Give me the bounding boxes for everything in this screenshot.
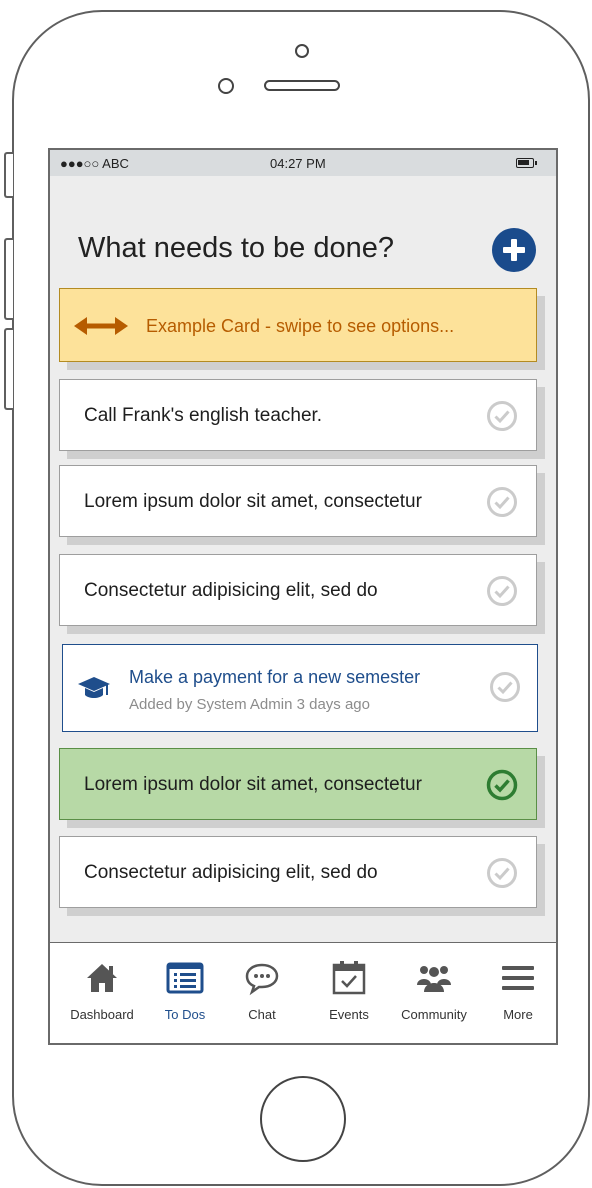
check-circle-icon[interactable]	[486, 400, 518, 432]
tab-community[interactable]: Community	[392, 959, 476, 1022]
tab-chat[interactable]: Chat	[220, 959, 304, 1022]
carrier-signal: ●●●○○ ABC	[60, 156, 129, 171]
volume-down-button	[4, 328, 13, 410]
tab-label: Chat	[248, 1007, 276, 1022]
tab-label: Events	[329, 1007, 369, 1022]
speaker-grille	[264, 80, 340, 91]
check-circle-icon[interactable]	[486, 769, 518, 801]
people-icon	[417, 966, 451, 992]
todo-text: Consectetur adipisicing elit, sed do	[84, 580, 378, 601]
tab-label: To Dos	[164, 1007, 206, 1022]
check-circle-icon[interactable]	[486, 857, 518, 889]
system-todo-card[interactable]: Make a payment for a new semester Added …	[62, 644, 538, 732]
todo-card[interactable]: Call Frank's english teacher.	[59, 379, 537, 451]
todo-card[interactable]: Consectetur adipisicing elit, sed do	[59, 554, 537, 626]
tab-todos[interactable]: To Dos	[143, 959, 227, 1022]
example-card-label: Example Card - swipe to see options...	[146, 316, 455, 336]
todo-card[interactable]: Consectetur adipisicing elit, sed do	[59, 836, 537, 908]
swipe-arrow-icon	[74, 317, 128, 335]
check-circle-icon[interactable]	[486, 575, 518, 607]
tab-dashboard[interactable]: Dashboard	[60, 959, 144, 1022]
todo-card-completed[interactable]: Lorem ipsum dolor sit amet, consectetur	[59, 748, 537, 820]
todo-text: Make a payment for a new semester	[129, 667, 421, 687]
home-button[interactable]	[260, 1076, 346, 1162]
menu-icon	[502, 966, 534, 990]
todo-meta: Added by System Admin 3 days ago	[129, 696, 370, 713]
example-card[interactable]: Example Card - swipe to see options...	[59, 288, 537, 362]
front-camera-icon	[295, 44, 309, 58]
page-title: What needs to be done?	[78, 232, 395, 264]
mute-switch	[4, 152, 13, 198]
todo-text: Lorem ipsum dolor sit amet, consectetur	[84, 774, 422, 795]
app-screen: ●●●○○ ABC 04:27 PM What needs to be done…	[48, 148, 558, 1045]
battery-icon	[516, 158, 537, 168]
graduation-cap-icon	[78, 677, 110, 698]
home-icon	[87, 964, 117, 992]
volume-up-button	[4, 238, 13, 320]
check-circle-icon[interactable]	[489, 671, 521, 703]
check-circle-icon[interactable]	[486, 486, 518, 518]
todo-text: Call Frank's english teacher.	[84, 405, 323, 426]
list-icon	[166, 962, 204, 994]
tab-events[interactable]: Events	[307, 959, 391, 1022]
chat-bubble-icon	[245, 963, 279, 996]
calendar-icon	[332, 961, 366, 995]
todo-card[interactable]: Lorem ipsum dolor sit amet, consectetur	[59, 465, 537, 537]
tab-label: Community	[401, 1007, 467, 1022]
todo-text: Lorem ipsum dolor sit amet, consectetur	[84, 491, 422, 512]
status-time: 04:27 PM	[270, 156, 326, 171]
add-todo-button[interactable]	[492, 228, 536, 272]
tab-label: More	[503, 1007, 533, 1022]
status-bar: ●●●○○ ABC 04:27 PM	[50, 150, 556, 176]
todo-text: Consectetur adipisicing elit, sed do	[84, 862, 378, 883]
sensor-icon	[218, 78, 234, 94]
tab-label: Dashboard	[70, 1007, 134, 1022]
tab-more[interactable]: More	[476, 959, 556, 1022]
tab-bar: Dashboard To Dos Chat Events Community M…	[50, 942, 556, 1043]
